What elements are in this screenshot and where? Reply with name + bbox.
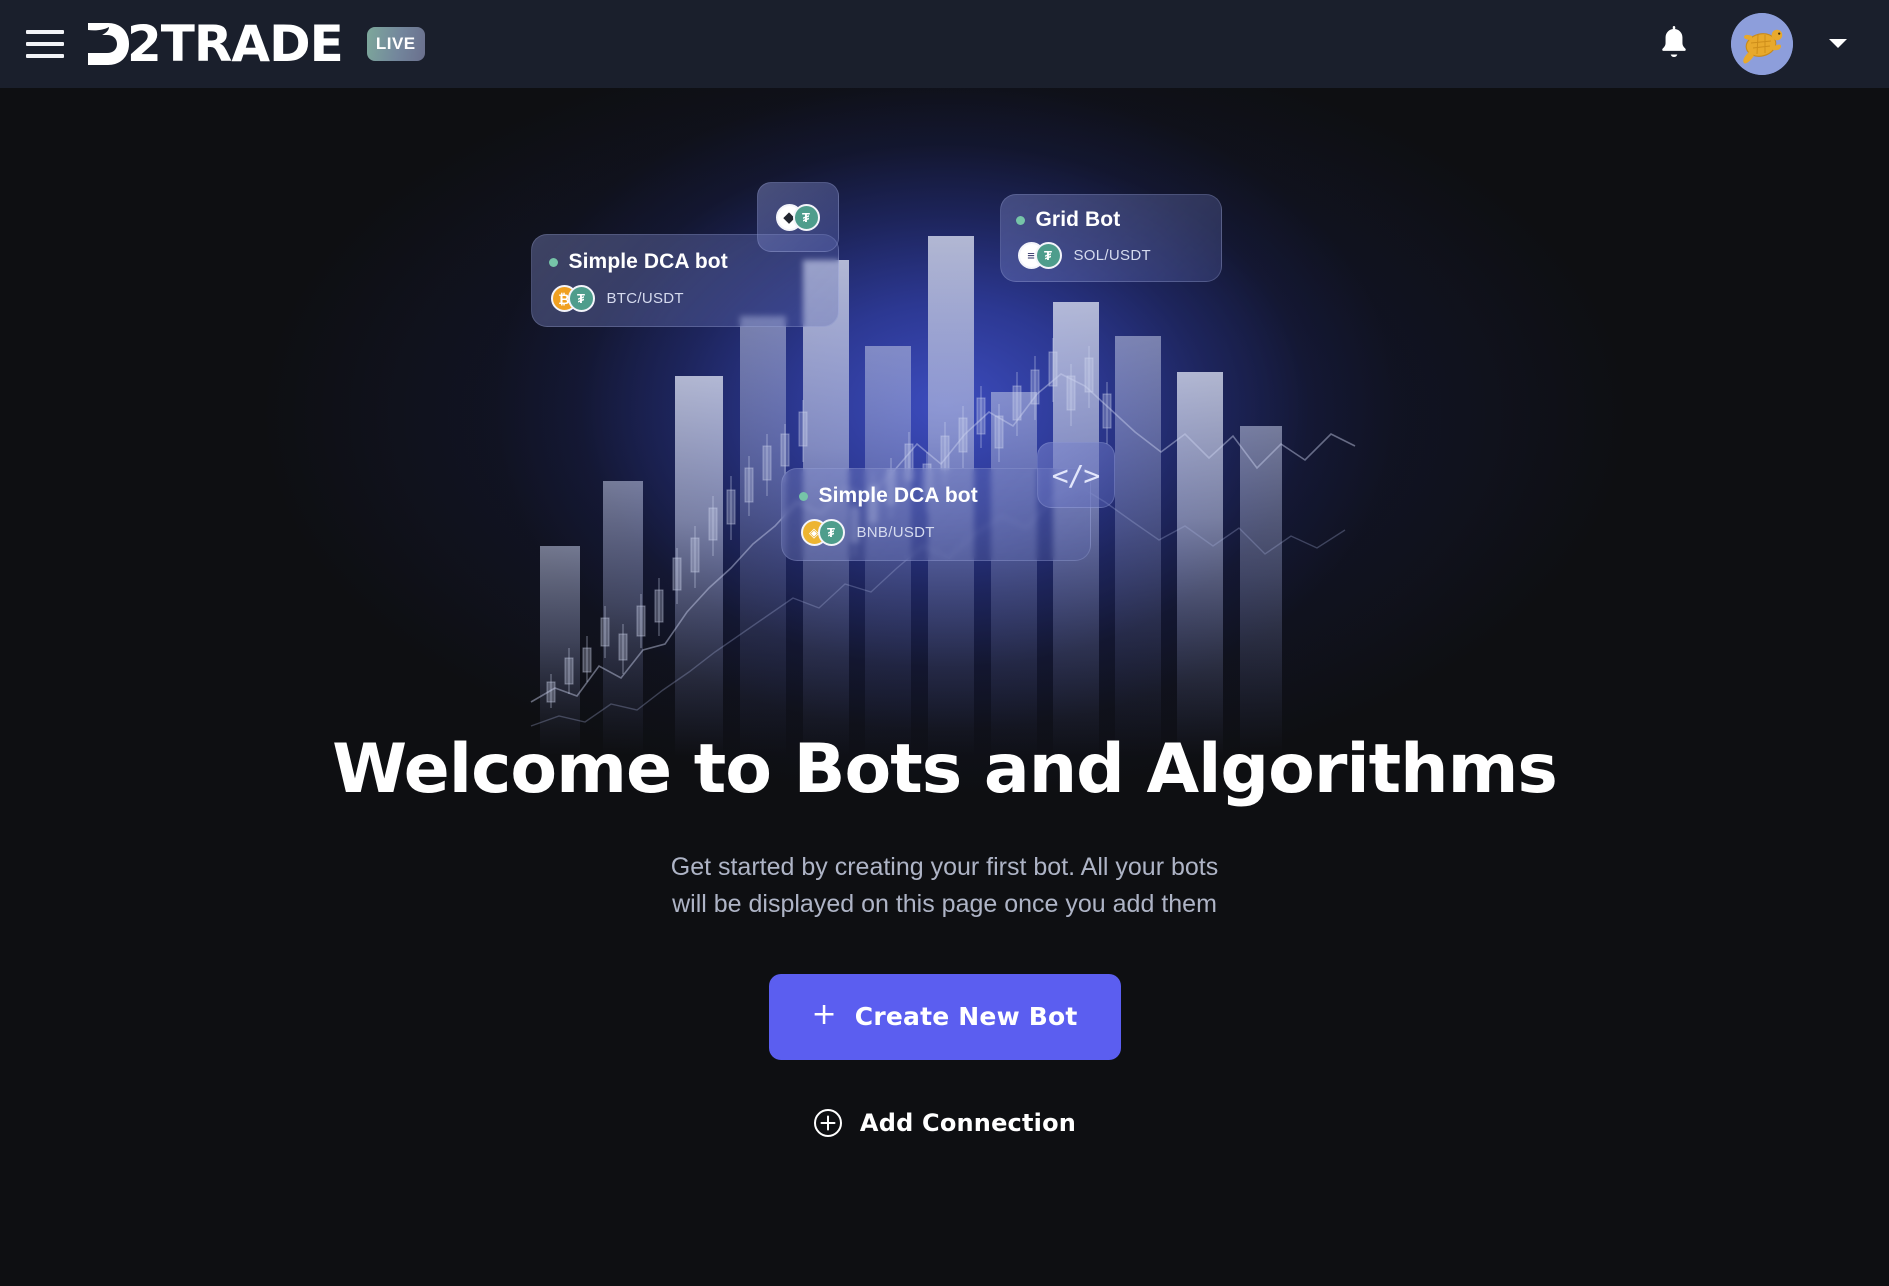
hamburger-bar xyxy=(26,30,64,34)
page-title: Welcome to Bots and Algorithms xyxy=(332,730,1558,809)
turtle-avatar[interactable] xyxy=(1731,13,1793,75)
circle-plus-icon xyxy=(813,1108,842,1137)
app-header: 2TRADE LIVE xyxy=(0,0,1889,88)
create-new-bot-button[interactable]: + Create New Bot xyxy=(768,973,1121,1060)
live-status-badge: LIVE xyxy=(366,27,425,61)
hamburger-bar xyxy=(26,54,64,58)
main-content: Simple DCA bot ₿ ₮ BTC/USDT Simple DCA b… xyxy=(0,88,1889,1286)
brand-logo[interactable]: 2TRADE LIVE xyxy=(86,19,425,69)
subtitle-line-2: will be displayed on this page once you … xyxy=(672,889,1217,918)
subtitle-line-1: Get started by creating your first bot. … xyxy=(670,853,1219,882)
stylized-d-logo-icon xyxy=(88,23,129,65)
hamburger-bar xyxy=(26,42,64,46)
bell-icon[interactable] xyxy=(1651,21,1697,67)
hamburger-menu-icon[interactable] xyxy=(22,22,66,66)
add-connection-button[interactable]: Add Connection xyxy=(813,1108,1076,1138)
header-actions xyxy=(1651,13,1849,75)
create-new-bot-label: Create New Bot xyxy=(854,1002,1078,1032)
plus-icon: + xyxy=(811,997,837,1033)
logo-wrap: 2TRADE xyxy=(86,15,344,73)
welcome-block: Welcome to Bots and Algorithms Get start… xyxy=(0,88,1889,1138)
logo-text: 2TRADE xyxy=(127,15,344,73)
chevron-down-icon[interactable] xyxy=(1827,33,1849,55)
add-connection-label: Add Connection xyxy=(859,1108,1077,1137)
page-subtitle: Get started by creating your first bot. … xyxy=(0,849,1889,922)
